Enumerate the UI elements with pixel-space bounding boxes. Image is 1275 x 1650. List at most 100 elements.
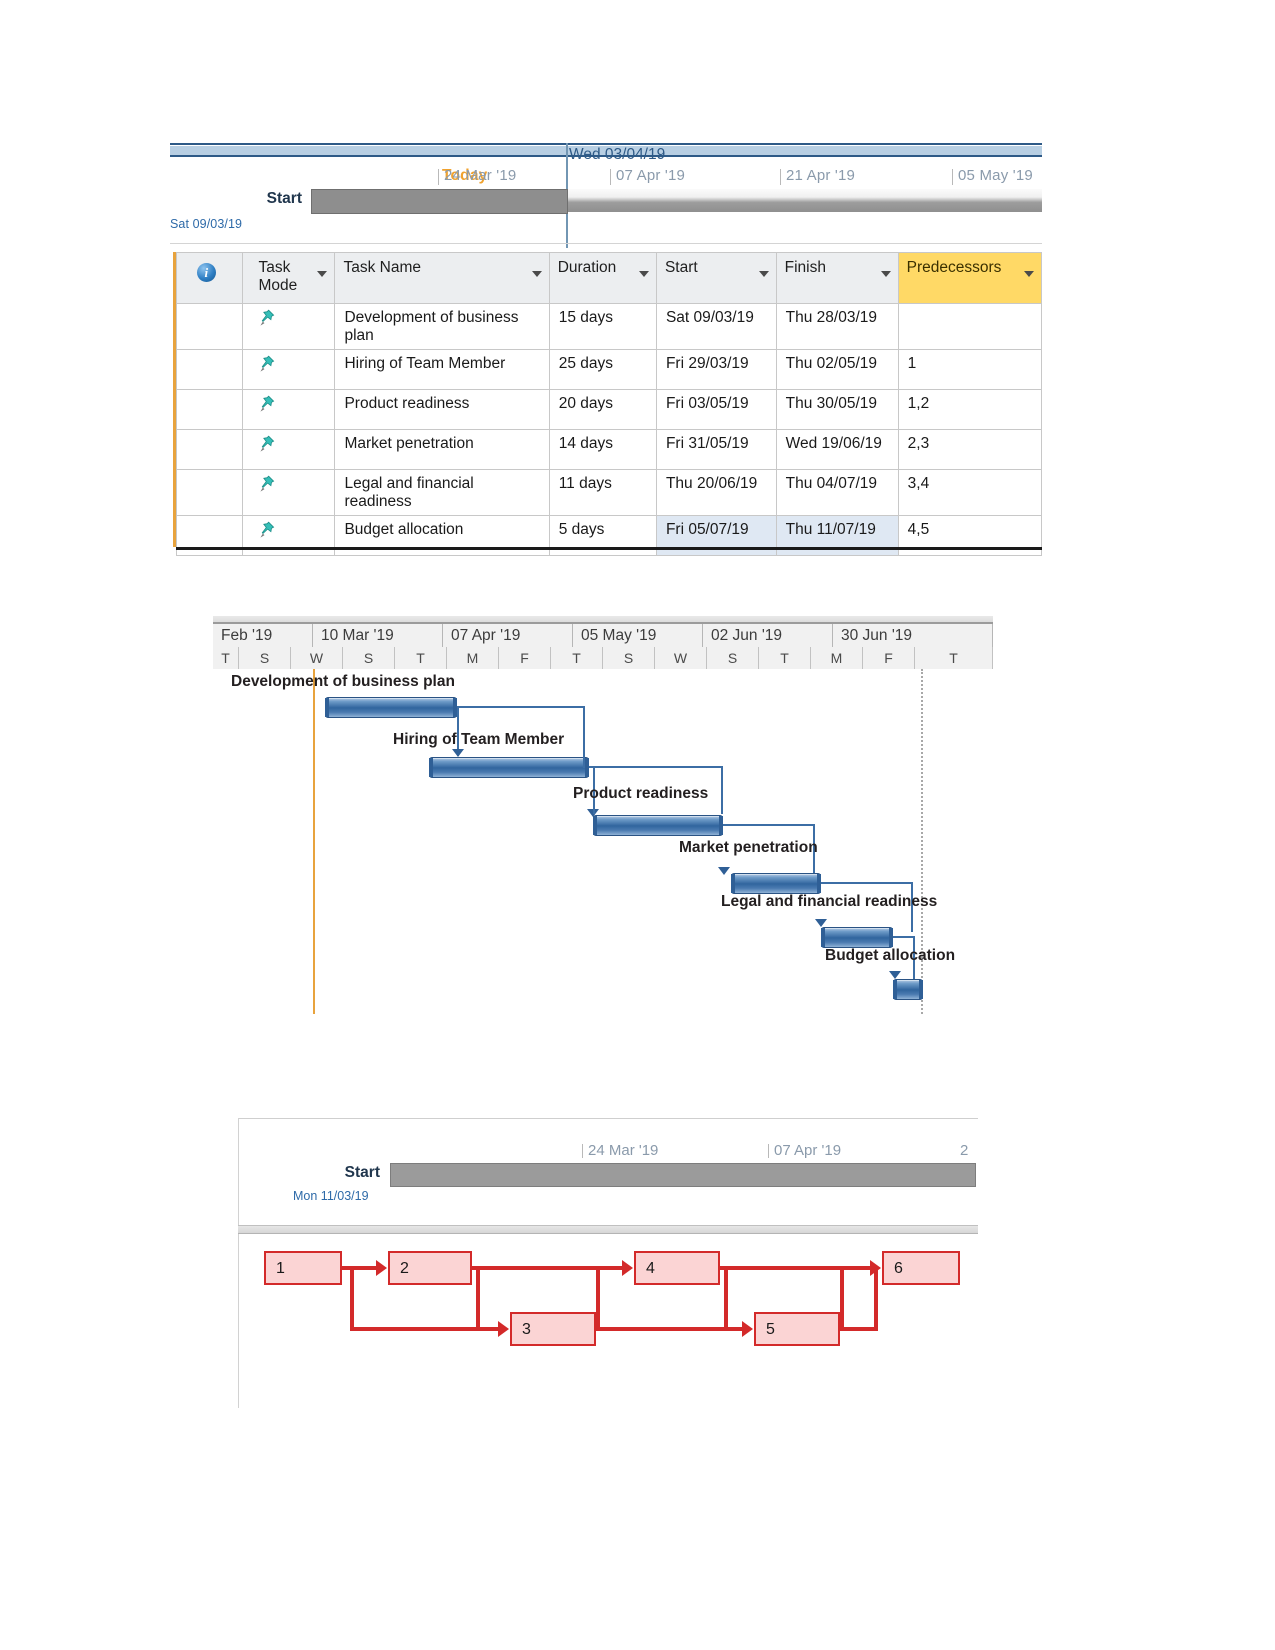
chevron-down-icon[interactable]	[317, 271, 328, 277]
network-node[interactable]: 2	[388, 1251, 472, 1285]
cell-duration[interactable]: 20 days	[548, 389, 657, 430]
pin-icon	[259, 475, 275, 493]
cell-indicator[interactable]	[176, 349, 243, 390]
gantt-bar[interactable]	[821, 927, 893, 948]
network-link	[596, 1268, 600, 1328]
timeline-view: Today 24 Mar '19 07 Apr '19 21 Apr '19 0…	[170, 143, 1042, 248]
cell-indicator[interactable]	[176, 429, 243, 470]
network-link	[350, 1268, 354, 1330]
cell-duration[interactable]: 15 days	[548, 303, 657, 350]
network-node[interactable]: 4	[634, 1251, 720, 1285]
gantt-bar[interactable]	[893, 979, 923, 1000]
chevron-down-icon[interactable]	[880, 271, 891, 277]
gantt-link	[723, 824, 815, 826]
cell-start[interactable]: Fri 03/05/19	[655, 389, 777, 430]
cell-task-mode[interactable]	[241, 349, 336, 390]
network-link-arrow	[498, 1321, 509, 1337]
cell-task-mode[interactable]	[241, 429, 336, 470]
gantt-bar[interactable]	[593, 815, 723, 836]
timeline-start-date: Sat 09/03/19	[170, 217, 243, 231]
gantt-day-cell: T	[213, 647, 239, 669]
cell-indicator[interactable]	[176, 469, 243, 516]
table-row[interactable]: Product readiness 20 days Fri 03/05/19 T…	[176, 389, 1043, 430]
gantt-bar[interactable]	[731, 873, 821, 894]
cell-finish[interactable]: Thu 02/05/19	[775, 349, 899, 390]
pin-icon	[259, 435, 275, 453]
cell-duration[interactable]: 11 days	[548, 469, 657, 516]
column-header-task-name-label: Task Name	[343, 259, 421, 276]
table-row[interactable]: Development of business plan 15 days Sat…	[176, 303, 1043, 350]
info-icon: i	[196, 263, 216, 282]
table-row[interactable]: Legal and financial readiness 11 days Th…	[176, 469, 1043, 516]
cell-start[interactable]: Fri 29/03/19	[655, 349, 777, 390]
cell-task-name[interactable]: Hiring of Team Member	[334, 349, 550, 390]
cell-task-name[interactable]: Market penetration	[334, 429, 550, 470]
cell-duration[interactable]: 14 days	[548, 429, 657, 470]
table-body: Development of business plan 15 days Sat…	[176, 303, 1043, 556]
cell-task-name[interactable]: Product readiness	[334, 389, 550, 430]
cell-duration[interactable]: 25 days	[548, 349, 657, 390]
network-tick-2	[768, 1144, 769, 1158]
cell-finish[interactable]: Thu 04/07/19	[775, 469, 899, 516]
network-node[interactable]: 1	[264, 1251, 342, 1285]
cell-predecessors[interactable]: 3,4	[897, 469, 1043, 516]
column-header-start[interactable]: Start	[655, 252, 777, 304]
column-header-predecessors[interactable]: Predecessors	[897, 252, 1043, 304]
chevron-down-icon[interactable]	[1024, 271, 1034, 277]
gantt-bar-label: Hiring of Team Member	[393, 731, 565, 748]
column-header-task-mode[interactable]: Task Mode	[241, 252, 336, 304]
cell-finish[interactable]: Wed 19/06/19	[775, 429, 899, 470]
cell-task-name[interactable]: Legal and financial readiness	[334, 469, 550, 516]
gantt-day-cell: T	[915, 647, 993, 669]
gantt-bar[interactable]	[429, 757, 589, 778]
column-header-finish-label: Finish	[784, 259, 826, 276]
column-header-start-label: Start	[664, 259, 698, 276]
cell-task-mode[interactable]	[241, 303, 336, 350]
network-node[interactable]: 6	[882, 1251, 960, 1285]
network-node[interactable]: 5	[754, 1312, 840, 1346]
table-row[interactable]: Market penetration 14 days Fri 31/05/19 …	[176, 429, 1043, 470]
chevron-down-icon[interactable]	[758, 271, 769, 277]
cell-predecessors[interactable]: 1	[897, 349, 1043, 390]
network-link	[476, 1268, 480, 1328]
table-row[interactable]: Hiring of Team Member 25 days Fri 29/03/…	[176, 349, 1043, 390]
gantt-bar-cap-right	[919, 980, 923, 999]
column-header-task-name[interactable]: Task Name	[334, 252, 550, 304]
cell-finish[interactable]: Thu 30/05/19	[775, 389, 899, 430]
gantt-bar-cap-left	[893, 980, 897, 999]
cell-finish[interactable]: Thu 28/03/19	[775, 303, 899, 350]
cell-predecessors[interactable]: 2,3	[897, 429, 1043, 470]
timeline-bar-elapsed	[311, 189, 568, 214]
gantt-bar-cap-left	[731, 874, 735, 893]
cell-task-mode[interactable]	[241, 469, 336, 516]
gantt-month-cell: 30 Jun '19	[833, 624, 993, 648]
timeline-bar-remaining	[568, 189, 1042, 212]
pin-icon	[259, 521, 275, 539]
gantt-today-line	[313, 669, 315, 1014]
pin-icon	[259, 395, 275, 413]
cell-indicator[interactable]	[176, 303, 243, 350]
network-link-arrow	[376, 1260, 387, 1276]
network-link	[724, 1268, 728, 1328]
cell-task-mode[interactable]	[241, 389, 336, 430]
column-header-indicator[interactable]: i	[176, 252, 243, 304]
gantt-bar-label: Legal and financial readiness	[721, 893, 938, 910]
timeline-tick-2	[610, 169, 611, 185]
network-node[interactable]: 3	[510, 1312, 596, 1346]
timeline-tick-label-1: 24 Mar '19	[444, 167, 517, 184]
column-header-finish[interactable]: Finish	[775, 252, 899, 304]
cell-indicator[interactable]	[176, 389, 243, 430]
network-link	[342, 1266, 380, 1270]
cell-start[interactable]: Sat 09/03/19	[655, 303, 777, 350]
cell-start[interactable]: Thu 20/06/19	[655, 469, 777, 516]
column-header-duration[interactable]: Duration	[548, 252, 657, 304]
column-header-task-mode-label: Task Mode	[258, 259, 298, 294]
gantt-bar[interactable]	[325, 697, 457, 718]
cell-task-name[interactable]: Development of business plan	[334, 303, 550, 350]
gantt-day-cell: T	[551, 647, 603, 669]
cell-predecessors[interactable]	[897, 303, 1043, 350]
chevron-down-icon[interactable]	[531, 271, 542, 277]
cell-start[interactable]: Fri 31/05/19	[655, 429, 777, 470]
cell-predecessors[interactable]: 1,2	[897, 389, 1043, 430]
chevron-down-icon[interactable]	[638, 271, 649, 277]
